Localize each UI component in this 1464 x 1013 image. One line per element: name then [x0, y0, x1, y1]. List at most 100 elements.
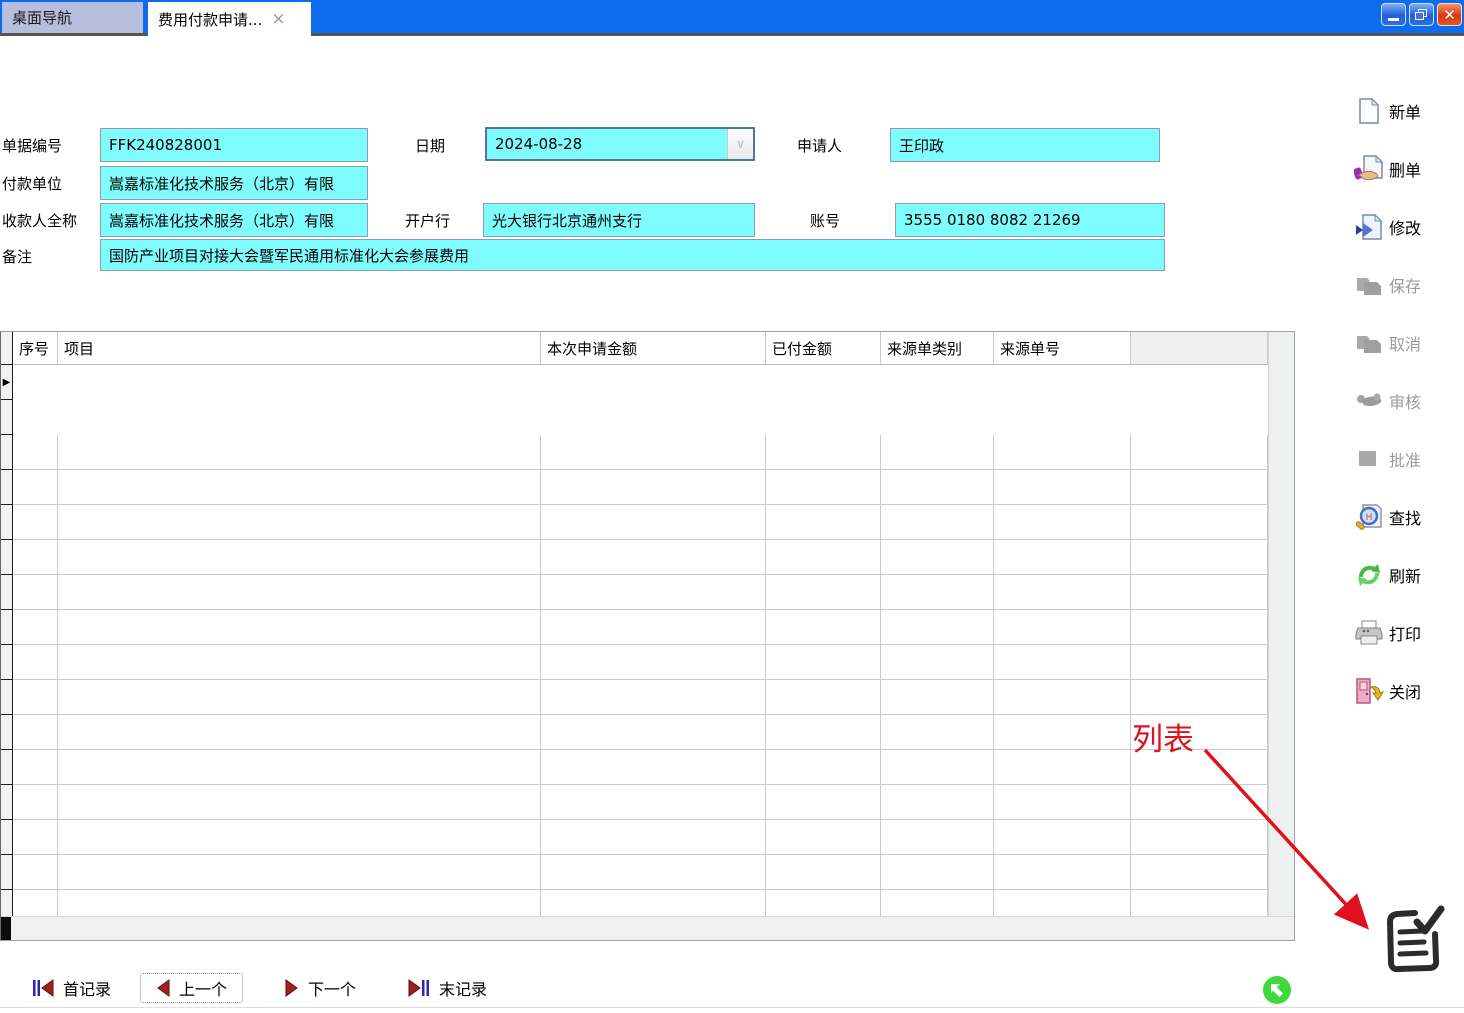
table-empty-row[interactable] — [1, 820, 1269, 855]
table-cell[interactable] — [1131, 680, 1268, 715]
table-cell[interactable] — [1131, 855, 1268, 890]
table-cell[interactable] — [881, 855, 994, 890]
table-cell[interactable] — [766, 575, 881, 610]
table-cell[interactable] — [881, 750, 994, 785]
table-cell[interactable] — [766, 435, 881, 470]
table-cell[interactable] — [13, 435, 58, 470]
column-header[interactable]: 来源单号 — [994, 332, 1131, 365]
list-view-icon[interactable] — [1381, 904, 1445, 978]
table-cell[interactable] — [541, 645, 766, 680]
table-cell[interactable] — [766, 610, 881, 645]
payee-field[interactable]: 嵩嘉标准化技术服务（北京）有限 — [100, 203, 368, 237]
table-cell[interactable] — [541, 470, 766, 505]
table-cell[interactable] — [881, 645, 994, 680]
doc-no-field[interactable]: FFK240828001 — [100, 128, 368, 162]
table-cell[interactable] — [766, 855, 881, 890]
toolbar-new-button[interactable]: 新单 — [1354, 95, 1460, 126]
table-cell[interactable] — [994, 575, 1131, 610]
table-cell[interactable] — [13, 610, 58, 645]
table-cell[interactable] — [881, 435, 994, 470]
table-cell[interactable] — [994, 540, 1131, 575]
table-empty-row[interactable] — [1, 435, 1269, 470]
date-dropdown-button[interactable]: ∨ — [727, 129, 753, 159]
table-empty-row[interactable] — [1, 785, 1269, 820]
vertical-scrollbar[interactable] — [1268, 332, 1294, 916]
table-cell[interactable] — [13, 540, 58, 575]
table-cell[interactable] — [541, 540, 766, 575]
toolbar-close-button[interactable]: 关闭 — [1354, 675, 1460, 706]
table-cell[interactable] — [13, 855, 58, 890]
table-cell[interactable] — [13, 750, 58, 785]
table-cell[interactable] — [766, 505, 881, 540]
table-cell[interactable] — [541, 680, 766, 715]
table-cell[interactable] — [58, 435, 541, 470]
table-row[interactable] — [1, 400, 1269, 435]
table-cell[interactable] — [766, 680, 881, 715]
table-cell[interactable] — [541, 435, 766, 470]
table-cell[interactable] — [881, 680, 994, 715]
table-cell[interactable] — [13, 505, 58, 540]
table-cell[interactable] — [58, 820, 541, 855]
toolbar-delete-button[interactable]: 删单 — [1354, 153, 1460, 184]
table-cell[interactable] — [58, 890, 541, 916]
applicant-field[interactable]: 王印政 — [890, 128, 1160, 162]
table-cell[interactable] — [541, 855, 766, 890]
table-cell[interactable] — [1131, 435, 1268, 470]
table-cell[interactable] — [541, 715, 766, 750]
nav-first-record[interactable]: 首记录 — [32, 973, 111, 1003]
table-cell[interactable] — [58, 540, 541, 575]
table-empty-row[interactable] — [1, 645, 1269, 680]
bank-field[interactable]: 光大银行北京通州支行 — [483, 203, 755, 237]
payer-field[interactable]: 嵩嘉标准化技术服务（北京）有限 — [100, 166, 368, 200]
table-cell[interactable] — [881, 540, 994, 575]
table-empty-row[interactable] — [1, 680, 1269, 715]
table-cell[interactable] — [881, 715, 994, 750]
account-field[interactable]: 3555 0180 8082 21269 — [895, 203, 1165, 237]
table-cell[interactable] — [881, 890, 994, 916]
table-cell[interactable] — [994, 855, 1131, 890]
table-cell[interactable] — [58, 470, 541, 505]
table-cell[interactable] — [541, 505, 766, 540]
table-cell[interactable] — [13, 470, 58, 505]
table-empty-row[interactable] — [1, 540, 1269, 575]
table-cell[interactable] — [1131, 890, 1268, 916]
table-cell[interactable] — [766, 540, 881, 575]
table-cell[interactable] — [541, 820, 766, 855]
table-cell[interactable] — [881, 820, 994, 855]
table-cell[interactable] — [881, 505, 994, 540]
table-cell[interactable] — [1131, 470, 1268, 505]
table-empty-row[interactable] — [1, 575, 1269, 610]
table-cell[interactable] — [58, 785, 541, 820]
toolbar-find-button[interactable]: H查找 — [1354, 501, 1460, 532]
table-empty-row[interactable] — [1, 470, 1269, 505]
table-cell[interactable] — [13, 575, 58, 610]
toolbar-print-button[interactable]: 打印 — [1354, 617, 1460, 648]
table-cell[interactable] — [881, 785, 994, 820]
table-cell[interactable] — [541, 785, 766, 820]
table-empty-row[interactable] — [1, 855, 1269, 890]
horizontal-scrollbar[interactable] — [1, 916, 1294, 940]
table-cell[interactable] — [994, 470, 1131, 505]
table-cell[interactable] — [766, 470, 881, 505]
table-cell[interactable] — [766, 645, 881, 680]
table-cell[interactable] — [13, 645, 58, 680]
tab-desktop-nav[interactable]: 桌面导航 — [2, 2, 143, 33]
table-cell[interactable] — [994, 890, 1131, 916]
table-cell[interactable] — [58, 750, 541, 785]
table-cell[interactable] — [13, 785, 58, 820]
table-cell[interactable] — [13, 820, 58, 855]
column-header[interactable]: 序号 — [13, 332, 58, 365]
go-button-icon[interactable] — [1261, 974, 1293, 1006]
table-cell[interactable] — [58, 680, 541, 715]
restore-button[interactable] — [1409, 3, 1434, 26]
table-cell[interactable] — [994, 505, 1131, 540]
table-cell[interactable] — [1131, 540, 1268, 575]
table-cell[interactable] — [58, 715, 541, 750]
table-cell[interactable] — [1131, 645, 1268, 680]
column-header[interactable]: 项目 — [58, 332, 541, 365]
remark-field[interactable]: 国防产业项目对接大会暨军民通用标准化大会参展费用 — [100, 239, 1165, 271]
column-header[interactable]: 本次申请金额 — [541, 332, 766, 365]
table-cell[interactable] — [58, 855, 541, 890]
table-cell[interactable] — [541, 890, 766, 916]
table-cell[interactable] — [1131, 575, 1268, 610]
